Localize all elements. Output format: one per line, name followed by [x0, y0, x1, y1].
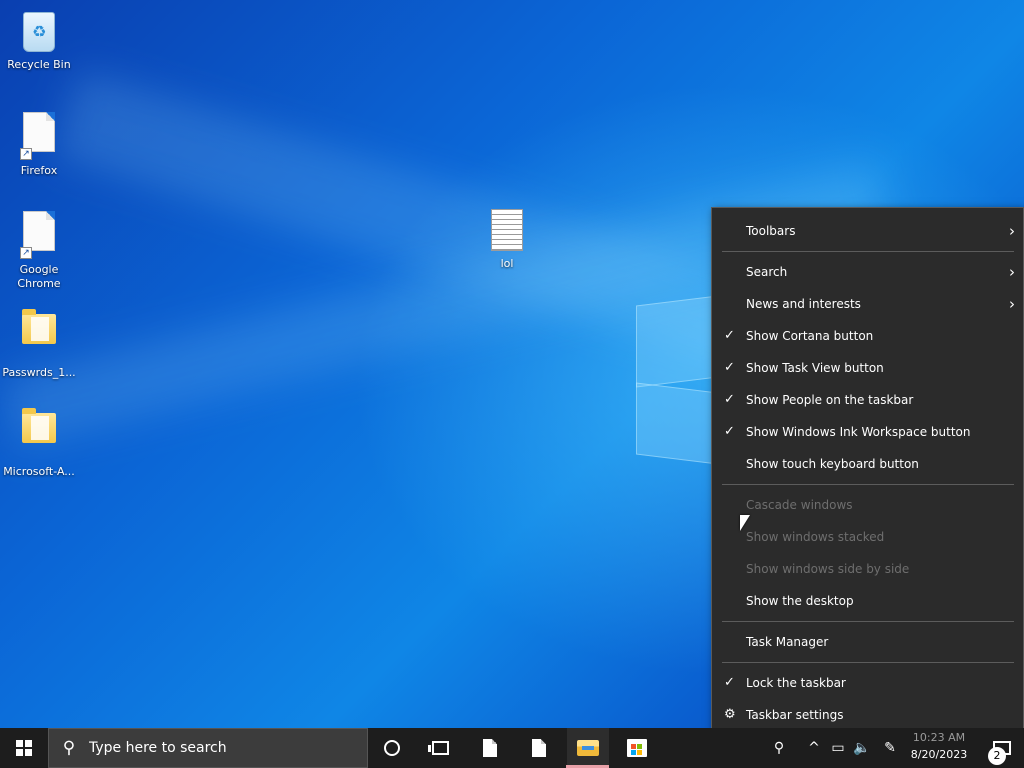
desktop-icon-label: Passwrds_1...	[2, 366, 76, 379]
file-shortcut-icon: ↗	[18, 112, 60, 160]
menu-item-taskbar-settings[interactable]: ⚙ Taskbar settings	[712, 700, 1023, 730]
taskbar-search-box[interactable]: ⚲	[48, 728, 368, 768]
checkmark-icon: ✓	[724, 675, 735, 690]
desktop-icon-recycle-bin[interactable]: ♻ Recycle Bin	[1, 10, 77, 72]
menu-item-label: Show Task View button	[746, 361, 884, 375]
search-icon: ⚲	[62, 738, 76, 758]
mouse-pointer-icon	[740, 515, 750, 531]
clock-date: 8/20/2023	[910, 748, 968, 761]
checkmark-icon: ✓	[724, 328, 735, 343]
file-icon	[483, 739, 497, 757]
system-clock[interactable]: 10:23 AM 8/20/2023	[906, 728, 972, 768]
menu-separator	[722, 621, 1014, 622]
desktop-icon-lol-textfile[interactable]: lol	[469, 207, 545, 271]
chevron-right-icon: ›	[1009, 263, 1015, 281]
menu-item-task-manager[interactable]: Task Manager	[712, 627, 1023, 657]
taskbar-context-menu: Toolbars › Search › News and interests ›…	[711, 207, 1024, 739]
menu-item-news-and-interests[interactable]: News and interests ›	[712, 289, 1023, 319]
menu-item-label: News and interests	[746, 297, 861, 311]
checkmark-icon: ✓	[724, 360, 735, 375]
folder-icon	[18, 309, 60, 362]
file-shortcut-icon: ↗	[18, 211, 60, 259]
folder-icon	[18, 408, 60, 461]
desktop-icon-google-chrome[interactable]: ↗ Google Chrome	[1, 207, 77, 291]
taskbar-app-file[interactable]	[470, 728, 510, 768]
task-view-button[interactable]	[420, 728, 460, 768]
desktop-icon-passwrds-folder[interactable]: Passwrds_1...	[1, 306, 77, 380]
menu-item-show-windows-ink[interactable]: ✓ Show Windows Ink Workspace button	[712, 417, 1023, 447]
menu-item-label: Taskbar settings	[746, 708, 844, 722]
menu-item-label: Show the desktop	[746, 594, 854, 608]
menu-item-label: Show Cortana button	[746, 329, 874, 343]
network-icon[interactable]: ▭	[828, 728, 848, 768]
recycle-bin-icon: ♻	[23, 12, 55, 52]
chevron-right-icon: ›	[1009, 295, 1015, 313]
taskbar-app-file[interactable]	[519, 728, 559, 768]
text-file-icon	[491, 209, 523, 251]
chevron-up-icon[interactable]: ^	[804, 728, 824, 768]
menu-item-toolbars[interactable]: Toolbars ›	[712, 216, 1023, 246]
checkmark-icon: ✓	[724, 392, 735, 407]
menu-item-cascade-windows: Cascade windows	[712, 490, 1023, 520]
volume-icon[interactable]: 🔈	[851, 728, 873, 768]
desktop-icon-label: Google Chrome	[17, 263, 61, 290]
search-input[interactable]	[89, 740, 349, 756]
file-explorer-icon	[577, 740, 599, 756]
clock-time: 10:23 AM	[912, 731, 966, 744]
menu-item-label: Show touch keyboard button	[746, 457, 919, 471]
gear-icon: ⚙	[724, 707, 736, 722]
desktop-icon-label: lol	[500, 257, 514, 270]
menu-item-label: Cascade windows	[746, 498, 853, 512]
checkmark-icon: ✓	[724, 424, 735, 439]
menu-item-show-cortana-button[interactable]: ✓ Show Cortana button	[712, 321, 1023, 351]
menu-item-label: Show Windows Ink Workspace button	[746, 425, 971, 439]
menu-item-show-people[interactable]: ✓ Show People on the taskbar	[712, 385, 1023, 415]
windows-ink-icon[interactable]: ✎	[879, 728, 901, 768]
menu-item-label: Lock the taskbar	[746, 676, 846, 690]
menu-item-label: Show People on the taskbar	[746, 393, 914, 407]
menu-item-show-windows-side-by-side: Show windows side by side	[712, 554, 1023, 584]
windows-logo-icon	[16, 740, 32, 756]
menu-separator	[722, 484, 1014, 485]
desktop-icon-label: Firefox	[20, 164, 58, 177]
desktop-icon-firefox[interactable]: ↗ Firefox	[1, 108, 77, 178]
menu-separator	[722, 662, 1014, 663]
desktop-icon-label: Recycle Bin	[7, 58, 71, 71]
menu-separator	[722, 251, 1014, 252]
taskbar[interactable]: ⚲ ⚲ ^ ▭ 🔈 ✎ 10:23 AM 8/20/2023	[0, 728, 1024, 768]
people-icon[interactable]: ⚲	[766, 728, 792, 768]
menu-item-show-the-desktop[interactable]: Show the desktop	[712, 586, 1023, 616]
shortcut-arrow-icon: ↗	[20, 247, 32, 259]
menu-item-lock-the-taskbar[interactable]: ✓ Lock the taskbar	[712, 668, 1023, 698]
start-button[interactable]	[0, 728, 48, 768]
menu-item-label: Show windows stacked	[746, 530, 885, 544]
chevron-right-icon: ›	[1009, 222, 1015, 240]
menu-item-show-touch-keyboard[interactable]: Show touch keyboard button	[712, 449, 1023, 479]
notification-count-badge: 2	[988, 747, 1006, 765]
shortcut-arrow-icon: ↗	[20, 148, 32, 160]
cortana-icon	[384, 740, 400, 756]
taskbar-app-store[interactable]	[617, 728, 657, 768]
menu-item-search[interactable]: Search ›	[712, 257, 1023, 287]
store-icon	[627, 739, 647, 757]
task-view-icon	[427, 741, 449, 755]
file-icon	[532, 739, 546, 757]
desktop-icon-microsoft-folder[interactable]: Microsoft-A...	[1, 405, 77, 479]
menu-item-label: Task Manager	[746, 635, 829, 649]
menu-item-label: Show windows side by side	[746, 562, 910, 576]
desktop-icon-label: Microsoft-A...	[3, 465, 75, 478]
taskbar-app-file-explorer[interactable]	[567, 728, 609, 768]
menu-item-label: Toolbars	[746, 224, 796, 238]
menu-item-show-task-view-button[interactable]: ✓ Show Task View button	[712, 353, 1023, 383]
cortana-button[interactable]	[372, 728, 412, 768]
menu-item-show-windows-stacked: Show windows stacked	[712, 522, 1023, 552]
menu-item-label: Search	[746, 265, 788, 279]
